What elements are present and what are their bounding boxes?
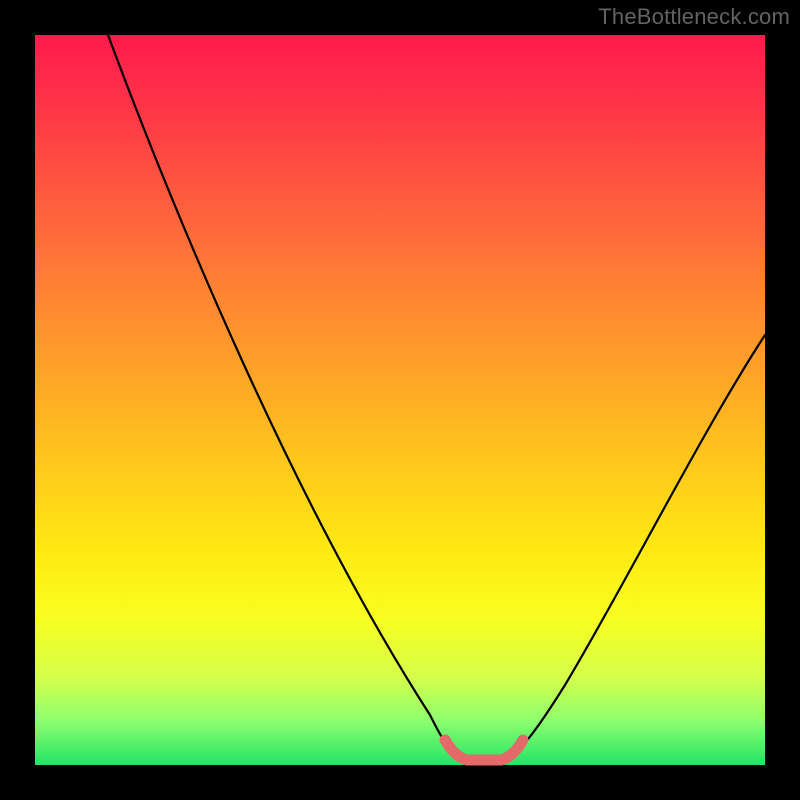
bottleneck-curve — [35, 35, 765, 765]
curve-right-branch — [513, 335, 765, 755]
curve-left-branch — [108, 35, 455, 755]
chart-frame: TheBottleneck.com — [0, 0, 800, 800]
curve-valley-accent — [445, 740, 523, 760]
plot-background-gradient — [35, 35, 765, 765]
watermark-text: TheBottleneck.com — [598, 4, 790, 30]
